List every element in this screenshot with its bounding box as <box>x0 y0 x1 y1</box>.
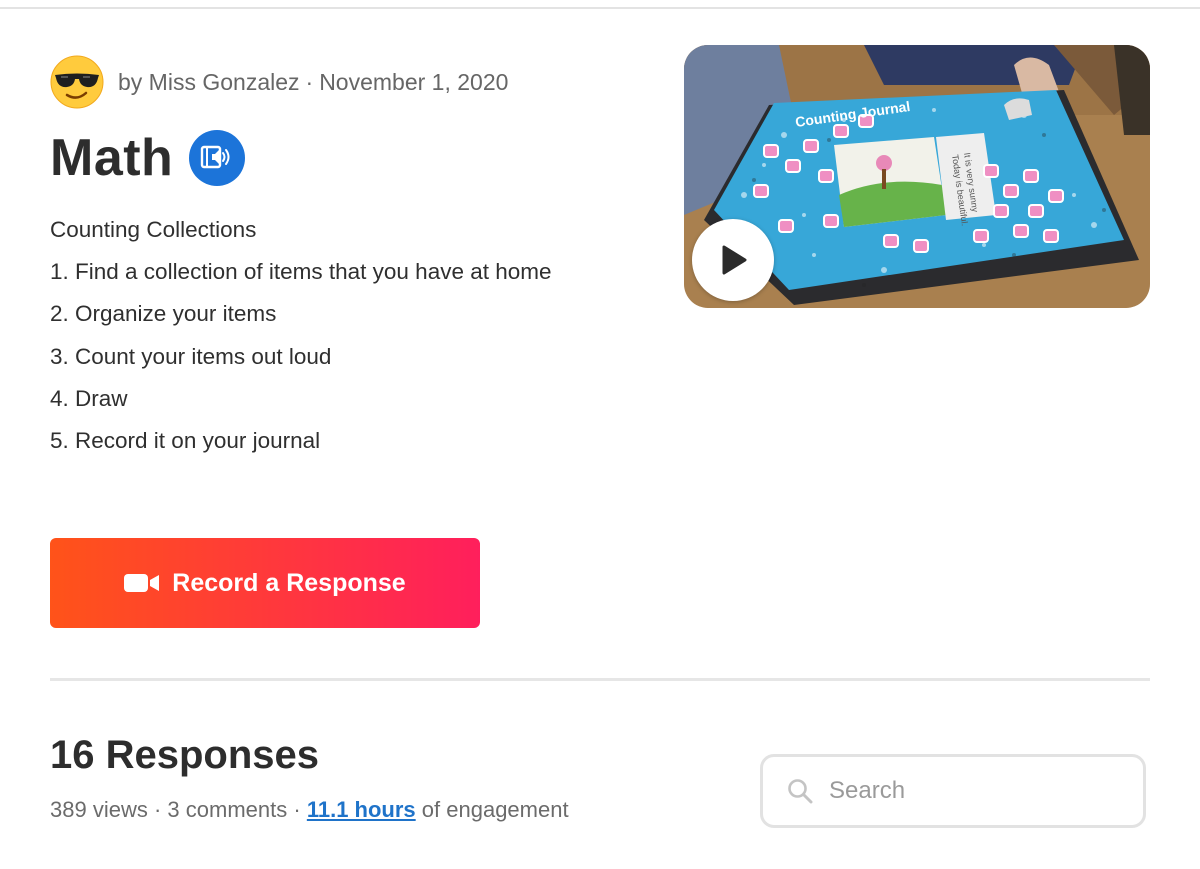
search-box[interactable] <box>760 754 1146 828</box>
video-camera-icon <box>124 574 160 592</box>
description-line: 4. Draw <box>50 385 128 411</box>
description-line: 1. Find a collection of items that you h… <box>50 259 552 285</box>
stats-separator: · <box>293 797 301 822</box>
record-response-button[interactable]: Record a Response <box>50 538 480 628</box>
post-description: Counting Collections 1. Find a collectio… <box>50 213 552 466</box>
search-icon <box>788 779 813 804</box>
description-line: 2. Organize your items <box>50 301 277 327</box>
description-line: 5. Record it on your journal <box>50 427 321 453</box>
record-response-label: Record a Response <box>172 568 406 597</box>
comments-count: 3 comments <box>167 797 288 822</box>
top-divider <box>0 7 1200 9</box>
views-count: 389 views <box>50 797 148 822</box>
description-line: 3. Count your items out loud <box>50 343 332 369</box>
play-button[interactable] <box>692 219 774 301</box>
engagement-link[interactable]: 11.1 hours <box>307 797 416 822</box>
section-divider <box>50 678 1150 681</box>
description-line: Counting Collections <box>50 217 257 242</box>
title-row: Math <box>50 128 246 188</box>
author-row: by Miss Gonzalez · November 1, 2020 <box>50 55 508 109</box>
sunglasses-emoji-icon <box>50 55 104 109</box>
author-name: by Miss Gonzalez <box>118 68 300 95</box>
search-input[interactable] <box>827 776 1131 806</box>
immersive-reader-button[interactable] <box>189 130 246 186</box>
responses-heading: 16 Responses <box>50 733 320 777</box>
post-date: November 1, 2020 <box>319 68 509 95</box>
immersive-reader-icon <box>201 145 230 169</box>
video-thumbnail[interactable]: Counting Journal Today is beautiful. It … <box>684 45 1150 308</box>
stats-separator: · <box>153 797 162 822</box>
page-title: Math <box>50 129 174 187</box>
author-meta: by Miss Gonzalez · November 1, 2020 <box>118 69 508 96</box>
response-stats: 389 views · 3 comments · 11.1 hours of e… <box>50 797 569 823</box>
meta-separator: · <box>305 68 314 95</box>
play-icon <box>722 245 747 275</box>
engagement-suffix: of engagement <box>421 797 569 822</box>
